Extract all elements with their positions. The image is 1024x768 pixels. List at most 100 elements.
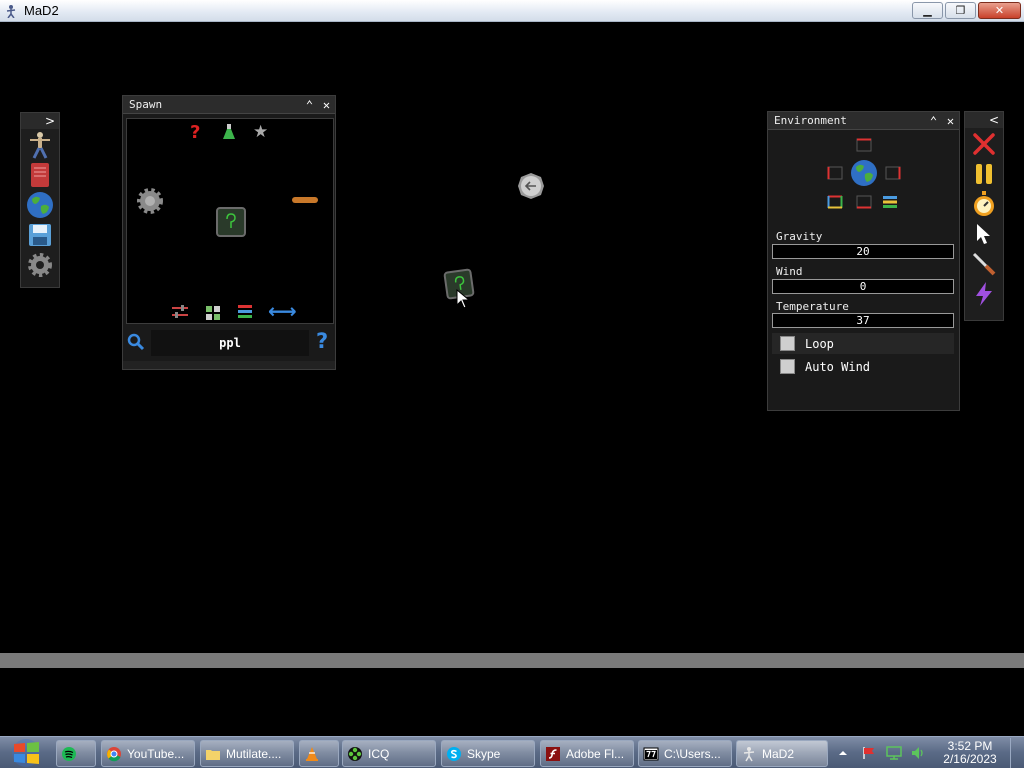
system-clock[interactable]: 3:52 PM 2/16/2023 bbox=[936, 740, 1004, 766]
tray-expand-icon[interactable] bbox=[838, 748, 848, 758]
globe-icon bbox=[27, 192, 53, 218]
environment-panel: Environment ⌃ ✕ Gravity 20 Wind 0 Temper… bbox=[767, 111, 960, 411]
taskbar-item-mad2[interactable]: MaD2 bbox=[736, 740, 828, 767]
mouse-cursor-icon bbox=[456, 289, 471, 309]
taskbar-item-label: YouTube... bbox=[127, 746, 185, 761]
gravity-field[interactable]: 20 bbox=[772, 244, 954, 259]
taskbar-item-label: ICQ bbox=[368, 746, 390, 761]
grid-icon[interactable] bbox=[205, 305, 221, 321]
taskbar-item-skype[interactable]: Skype bbox=[441, 740, 535, 767]
folder-icon bbox=[205, 746, 221, 762]
below-ground-area bbox=[0, 668, 1024, 736]
expand-toolbar-button[interactable]: > bbox=[45, 114, 55, 128]
restore-button[interactable]: ❐ bbox=[945, 2, 976, 19]
temperature-field[interactable]: 37 bbox=[772, 313, 954, 328]
back-arrow-icon[interactable] bbox=[516, 171, 546, 201]
collapse-panel-button[interactable]: ⌃ bbox=[925, 112, 942, 129]
spawn-preview[interactable]: ? ★ ⟷ bbox=[126, 118, 334, 324]
7zip-icon bbox=[643, 746, 659, 762]
spotify-icon bbox=[61, 746, 77, 762]
slow-motion-button[interactable] bbox=[969, 190, 999, 218]
taskbar-item-flash[interactable]: Adobe Fl... bbox=[540, 740, 634, 767]
collapse-toolbar-button[interactable]: < bbox=[989, 113, 999, 127]
lightning-icon bbox=[976, 282, 992, 306]
network-icon[interactable] bbox=[886, 746, 902, 760]
save-button[interactable] bbox=[25, 221, 55, 249]
pause-button[interactable] bbox=[969, 160, 999, 188]
window-titlebar: MaD2 ▁ ❐ ✕ bbox=[0, 0, 1024, 22]
close-panel-button[interactable]: ✕ bbox=[318, 96, 335, 113]
layers-icon[interactable] bbox=[882, 195, 898, 209]
swap-arrows-icon[interactable]: ⟷ bbox=[268, 299, 297, 323]
top-wall-icon[interactable] bbox=[856, 138, 872, 152]
close-button[interactable]: ✕ bbox=[978, 2, 1021, 19]
loop-label: Loop bbox=[805, 336, 834, 351]
volume-icon[interactable] bbox=[910, 746, 926, 760]
lightning-tool-button[interactable] bbox=[969, 280, 999, 308]
right-toolbar: < bbox=[964, 111, 1004, 321]
show-desktop-button[interactable] bbox=[1010, 738, 1024, 768]
settings-button[interactable] bbox=[25, 251, 55, 279]
question-icon[interactable]: ? bbox=[190, 122, 200, 143]
right-wall-icon[interactable] bbox=[885, 166, 901, 180]
temperature-label: Temperature bbox=[776, 300, 849, 313]
spawn-panel: Spawn ⌃ ✕ ? ★ ⟷ ppl ? bbox=[122, 95, 336, 370]
search-input[interactable]: ppl bbox=[151, 330, 309, 356]
clock-date: 2/16/2023 bbox=[943, 752, 997, 766]
minimize-button[interactable]: ▁ bbox=[912, 2, 943, 19]
search-icon[interactable] bbox=[127, 333, 145, 351]
taskbar-item-explorer[interactable]: Mutilate.... bbox=[200, 740, 294, 767]
flask-icon[interactable] bbox=[222, 124, 236, 140]
collapse-panel-button[interactable]: ⌃ bbox=[301, 96, 318, 113]
action-center-flag-icon[interactable] bbox=[862, 746, 876, 760]
spawn-book-button[interactable] bbox=[25, 161, 55, 189]
loop-checkbox[interactable] bbox=[780, 336, 795, 351]
pause-icon bbox=[976, 164, 992, 184]
ragdoll-icon bbox=[30, 132, 50, 159]
vlc-icon bbox=[304, 746, 320, 762]
skype-icon bbox=[446, 746, 462, 762]
spawn-panel-header: Spawn ⌃ ✕ bbox=[123, 96, 335, 114]
taskbar-item-vlc[interactable] bbox=[299, 740, 339, 767]
pointer-icon bbox=[977, 224, 990, 244]
bottom-wall-icon[interactable] bbox=[856, 195, 872, 209]
close-panel-button[interactable]: ✕ bbox=[942, 112, 959, 129]
taskbar-item-chrome[interactable]: YouTube... bbox=[101, 740, 195, 767]
left-wall-icon[interactable] bbox=[827, 166, 843, 180]
taskbar-item-spotify[interactable] bbox=[56, 740, 96, 767]
gravity-label: Gravity bbox=[776, 230, 823, 243]
ground-floor bbox=[0, 653, 1024, 668]
pointer-tool-button[interactable] bbox=[969, 220, 999, 248]
auto-wind-toggle[interactable]: Auto Wind bbox=[772, 356, 954, 377]
environment-panel-title: Environment bbox=[774, 114, 847, 127]
ragdoll-tool-button[interactable] bbox=[25, 131, 55, 159]
taskbar-item-label: C:\Users... bbox=[664, 746, 721, 761]
sliders-icon[interactable] bbox=[171, 304, 189, 320]
taskbar: YouTube... Mutilate.... ICQ Skype Adobe … bbox=[0, 736, 1024, 768]
selected-item-icon[interactable] bbox=[215, 206, 247, 238]
spawn-gear-icon[interactable] bbox=[136, 187, 164, 215]
layers-icon[interactable] bbox=[237, 304, 253, 320]
auto-wind-checkbox[interactable] bbox=[780, 359, 795, 374]
environment-globe-icon[interactable] bbox=[850, 159, 878, 187]
icq-icon bbox=[347, 746, 363, 762]
taskbar-item-7zip[interactable]: C:\Users... bbox=[638, 740, 732, 767]
all-walls-icon[interactable] bbox=[827, 195, 843, 209]
loop-toggle[interactable]: Loop bbox=[772, 333, 954, 354]
environment-button[interactable] bbox=[25, 191, 55, 219]
wind-field[interactable]: 0 bbox=[772, 279, 954, 294]
flash-icon bbox=[545, 746, 561, 762]
star-icon[interactable]: ★ bbox=[253, 122, 268, 142]
gear-icon bbox=[28, 253, 52, 277]
taskbar-item-icq[interactable]: ICQ bbox=[342, 740, 436, 767]
knife-icon bbox=[972, 252, 996, 276]
clear-button[interactable] bbox=[969, 130, 999, 158]
pipe-item-icon[interactable] bbox=[291, 195, 319, 205]
start-button[interactable] bbox=[6, 738, 46, 768]
window-title: MaD2 bbox=[24, 3, 59, 18]
clear-x-icon bbox=[973, 133, 995, 155]
help-icon[interactable]: ? bbox=[316, 329, 328, 353]
knife-tool-button[interactable] bbox=[969, 250, 999, 278]
taskbar-item-label: MaD2 bbox=[762, 746, 795, 761]
mad2-app-icon bbox=[6, 4, 16, 18]
